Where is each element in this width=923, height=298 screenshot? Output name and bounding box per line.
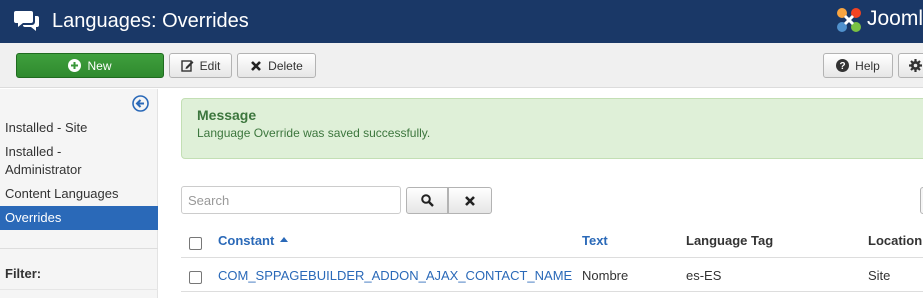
- options-button[interactable]: [898, 53, 923, 78]
- gear-icon: [909, 59, 922, 72]
- brand-text: Joomla!: [867, 7, 923, 30]
- joomla-logo-icon: [837, 8, 861, 32]
- row-location: Site: [868, 268, 891, 283]
- success-message: Message Language Override was saved succ…: [181, 98, 923, 159]
- clear-x-icon: [465, 195, 475, 206]
- sidebar-divider: [0, 248, 158, 249]
- column-header-text[interactable]: Text: [582, 233, 608, 248]
- message-text: Language Override was saved successfully…: [197, 126, 431, 140]
- question-circle-icon: ?: [836, 59, 850, 72]
- plus-circle-icon: [68, 59, 82, 72]
- sidebar-item-content-languages[interactable]: Content Languages: [0, 185, 158, 203]
- help-button-label: Help: [855, 58, 880, 73]
- svg-text:?: ?: [840, 61, 846, 72]
- toolbar: New Edit Delete ? Help: [0, 43, 923, 88]
- search-icon: [420, 194, 434, 207]
- search-input[interactable]: [181, 186, 401, 214]
- clear-search-button[interactable]: [448, 187, 492, 214]
- sidebar-item-installed-site[interactable]: Installed - Site: [0, 119, 158, 137]
- message-heading: Message: [197, 107, 257, 123]
- row-text: Nombre: [582, 268, 629, 283]
- table-header: Constant Text Language Tag Location: [181, 225, 923, 258]
- column-header-language-tag: Language Tag: [686, 233, 774, 248]
- header-bar: Languages: Overrides Joomla!: [0, 0, 923, 43]
- delete-button[interactable]: Delete: [237, 53, 316, 78]
- row-language-tag: es-ES: [686, 268, 722, 283]
- column-header-constant-label: Constant: [218, 233, 275, 248]
- edit-icon: [180, 60, 194, 72]
- sidebar-item-overrides[interactable]: Overrides: [0, 206, 158, 230]
- select-all-checkbox[interactable]: [189, 237, 202, 250]
- help-button[interactable]: ? Help: [823, 53, 893, 78]
- collapse-sidebar-icon[interactable]: [132, 95, 149, 112]
- filter-label: Filter:: [5, 266, 42, 281]
- edit-button[interactable]: Edit: [169, 53, 232, 78]
- row-constant-link[interactable]: COM_SPPAGEBUILDER_ADDON_AJAX_CONTACT_NAM…: [218, 268, 572, 283]
- filter-divider: [0, 289, 158, 290]
- row-checkbox[interactable]: [189, 271, 202, 284]
- edit-button-label: Edit: [199, 58, 221, 73]
- delete-button-label: Delete: [268, 58, 303, 73]
- new-button[interactable]: New: [16, 53, 164, 78]
- column-header-location: Location: [868, 233, 923, 248]
- sort-ascending-icon: [280, 237, 289, 243]
- column-header-constant[interactable]: Constant: [218, 233, 289, 248]
- delete-x-icon: [251, 60, 262, 71]
- sidebar-item-installed-administrator[interactable]: Installed - Administrator: [0, 143, 82, 179]
- comments-icon: [14, 11, 39, 31]
- page-title: Languages: Overrides: [52, 10, 249, 32]
- sidebar: Installed - Site Installed - Administrat…: [0, 89, 158, 298]
- search-button[interactable]: [406, 187, 448, 214]
- new-button-label: New: [87, 58, 112, 73]
- table-row: COM_SPPAGEBUILDER_ADDON_AJAX_CONTACT_NAM…: [181, 258, 923, 292]
